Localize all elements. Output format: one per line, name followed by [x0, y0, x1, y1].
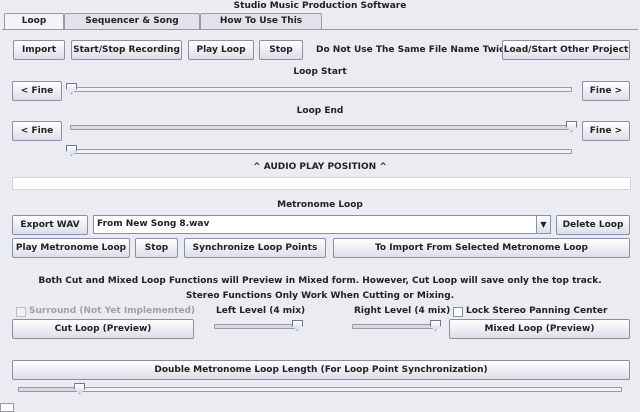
loop-start-label: Loop Start	[293, 67, 347, 77]
loop-end-label: Loop End	[296, 106, 344, 116]
export-wav-button[interactable]: Export WAV	[12, 215, 88, 235]
status-corner-box	[0, 403, 14, 412]
play-loop-button[interactable]: Play Loop	[188, 40, 254, 60]
loop-start-fine-left-button[interactable]: < Fine	[12, 81, 62, 101]
tab-loop-maker[interactable]: Loop Maker	[4, 13, 64, 40]
loop-start-slider-track[interactable]	[66, 83, 572, 94]
loop-start-fine-right-button[interactable]: Fine >	[582, 81, 630, 101]
chevron-down-icon[interactable]: ▼	[536, 216, 550, 233]
metronome-loop-label: Metronome Loop	[277, 200, 363, 210]
loop-end-slider-fill	[71, 126, 571, 129]
loop-end-slider-track[interactable]	[70, 121, 577, 132]
mixed-loop-preview-button[interactable]: Mixed Loop (Preview)	[449, 319, 630, 339]
mix-info-line-2: Stereo Functions Only Work When Cutting …	[185, 291, 455, 301]
double-metronome-slider-track[interactable]	[18, 383, 622, 394]
right-level-label: Right Level (4 mix)	[354, 306, 451, 316]
loop-end-fine-left-button[interactable]: < Fine	[12, 121, 62, 141]
window-title: Studio Music Production Software	[233, 1, 407, 11]
stop-button[interactable]: Stop	[259, 40, 303, 60]
filename-warning-text: Do Not Use The Same File Name Twice.	[316, 45, 514, 55]
start-stop-recording-button[interactable]: Start/Stop Recording	[71, 40, 182, 60]
tab-how-to-use[interactable]: How To Use This Program	[200, 13, 322, 40]
metronome-file-selected-value: From New Song 8.wav	[97, 219, 210, 229]
double-metronome-loop-button[interactable]: Double Metronome Loop Length (For Loop P…	[12, 360, 630, 380]
audio-play-position-label: ^ AUDIO PLAY POSITION ^	[253, 162, 387, 172]
import-selected-metronome-button[interactable]: To Import From Selected Metronome Loop	[333, 238, 630, 258]
delete-loop-button[interactable]: Delete Loop	[556, 215, 630, 235]
loop-end-secondary-slider-track[interactable]	[66, 145, 572, 156]
play-metronome-loop-button[interactable]: Play Metronome Loop	[12, 238, 130, 258]
mix-info-line-1: Both Cut and Mixed Loop Functions will P…	[38, 276, 602, 286]
metronome-file-select[interactable]: From New Song 8.wav ▼	[93, 215, 551, 234]
left-level-label: Left Level (4 mix)	[216, 306, 306, 316]
loop-end-fine-right-button[interactable]: Fine >	[582, 121, 630, 141]
metronome-stop-button[interactable]: Stop	[135, 238, 178, 258]
cut-loop-preview-button[interactable]: Cut Loop (Preview)	[12, 319, 194, 339]
lock-stereo-checkbox[interactable]	[453, 307, 463, 317]
double-metronome-slider-fill	[19, 388, 80, 391]
import-button[interactable]: Import	[13, 40, 65, 60]
audio-play-position-bar	[12, 177, 631, 190]
right-level-slider-track[interactable]	[352, 320, 441, 331]
tab-sequencer-song-export[interactable]: Sequencer & Song Export	[64, 13, 200, 40]
left-level-slider-track[interactable]	[214, 320, 303, 331]
lock-stereo-label: Lock Stereo Panning Center	[466, 306, 608, 316]
synchronize-loop-points-button[interactable]: Synchronize Loop Points	[184, 238, 326, 258]
left-level-slider-fill	[215, 325, 297, 328]
load-start-project-button[interactable]: Load/Start Other Project	[502, 40, 630, 60]
right-level-slider-fill	[353, 325, 435, 328]
surround-label: Surround (Not Yet Implemented)	[29, 306, 196, 316]
surround-checkbox[interactable]	[16, 307, 26, 317]
